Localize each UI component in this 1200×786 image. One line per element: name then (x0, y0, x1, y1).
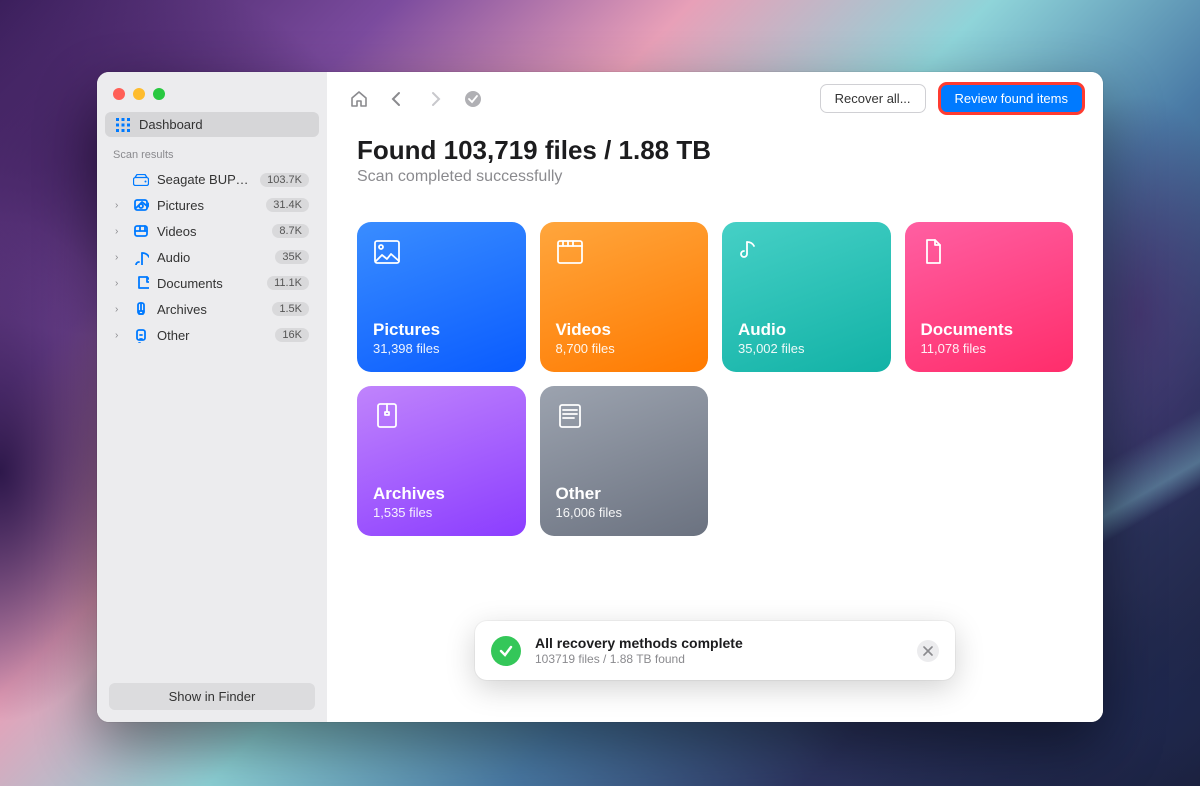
audio-icon (738, 238, 768, 268)
pictures-icon (133, 197, 149, 213)
tile-count: 35,002 files (738, 341, 875, 356)
chevron-right-icon: › (115, 252, 125, 263)
back-icon[interactable] (385, 87, 409, 111)
tile-title: Audio (738, 320, 875, 340)
tile-count: 31,398 files (373, 341, 510, 356)
forward-icon[interactable] (423, 87, 447, 111)
chevron-right-icon: › (115, 304, 125, 315)
tile-pictures[interactable]: Pictures31,398 files (357, 222, 526, 372)
pictures-icon (373, 238, 403, 268)
close-window-button[interactable] (113, 88, 125, 100)
other-icon (133, 327, 149, 343)
sidebar-item-label: Videos (157, 224, 264, 239)
success-check-icon (491, 636, 521, 666)
show-in-finder-button[interactable]: Show in Finder (109, 683, 315, 710)
sidebar-item-audio[interactable]: › Audio 35K (105, 244, 319, 270)
audio-icon (133, 249, 149, 265)
tile-title: Other (556, 484, 693, 504)
documents-icon (921, 238, 951, 268)
sidebar-item-pictures[interactable]: › Pictures 31.4K (105, 192, 319, 218)
toast-close-button[interactable] (917, 640, 939, 662)
checkmark-circle-icon[interactable] (461, 87, 485, 111)
toast-title: All recovery methods complete (535, 635, 903, 651)
documents-icon (133, 275, 149, 291)
tile-count: 1,535 files (373, 505, 510, 520)
tile-count: 11,078 files (921, 341, 1058, 356)
recover-all-button[interactable]: Recover all... (820, 84, 926, 113)
minimize-window-button[interactable] (133, 88, 145, 100)
tile-count: 8,700 files (556, 341, 693, 356)
toast-subtitle: 103719 files / 1.88 TB found (535, 652, 903, 666)
tile-title: Pictures (373, 320, 510, 340)
count-badge: 1.5K (272, 302, 309, 316)
maximize-window-button[interactable] (153, 88, 165, 100)
toolbar: Recover all... Review found items (327, 72, 1103, 123)
count-badge: 35K (275, 250, 309, 264)
results-headline: Found 103,719 files / 1.88 TB (357, 135, 1073, 166)
review-found-items-button[interactable]: Review found items (940, 84, 1083, 113)
window-traffic-lights (97, 72, 327, 110)
sidebar-item-label: Other (157, 328, 267, 343)
sidebar-item-videos[interactable]: › Videos 8.7K (105, 218, 319, 244)
tile-documents[interactable]: Documents11,078 files (905, 222, 1074, 372)
tile-title: Documents (921, 320, 1058, 340)
sidebar-item-label: Audio (157, 250, 267, 265)
sidebar-item-label: Archives (157, 302, 264, 317)
count-badge: 8.7K (272, 224, 309, 238)
sidebar-item-dashboard[interactable]: Dashboard (105, 112, 319, 137)
count-badge: 11.1K (267, 276, 309, 290)
disk-icon (133, 174, 149, 186)
sidebar-section-header: Scan results (97, 139, 327, 165)
chevron-right-icon: › (115, 200, 125, 211)
count-badge: 103.7K (260, 173, 309, 187)
count-badge: 16K (275, 328, 309, 342)
sidebar-item-label: Documents (157, 276, 259, 291)
archives-icon (373, 402, 403, 432)
tile-title: Archives (373, 484, 510, 504)
app-window: Dashboard Scan results Seagate BUP S... … (97, 72, 1103, 722)
count-badge: 31.4K (266, 198, 309, 212)
videos-icon (556, 238, 586, 268)
sidebar-item-documents[interactable]: › Documents 11.1K (105, 270, 319, 296)
sidebar-item-other[interactable]: › Other 16K (105, 322, 319, 348)
main-content: Recover all... Review found items Found … (327, 72, 1103, 722)
grid-icon (115, 118, 131, 132)
sidebar-item-label: Pictures (157, 198, 258, 213)
sidebar-item-disk[interactable]: Seagate BUP S... 103.7K (105, 167, 319, 192)
sidebar-item-label: Dashboard (139, 117, 309, 132)
sidebar: Dashboard Scan results Seagate BUP S... … (97, 72, 327, 722)
completion-toast: All recovery methods complete 103719 fil… (475, 621, 955, 680)
tile-audio[interactable]: Audio35,002 files (722, 222, 891, 372)
chevron-right-icon: › (115, 278, 125, 289)
videos-icon (133, 223, 149, 239)
results-subhead: Scan completed successfully (357, 168, 1073, 186)
other-icon (556, 402, 586, 432)
chevron-right-icon: › (115, 330, 125, 341)
tile-archives[interactable]: Archives1,535 files (357, 386, 526, 536)
tile-other[interactable]: Other16,006 files (540, 386, 709, 536)
tile-videos[interactable]: Videos8,700 files (540, 222, 709, 372)
sidebar-item-archives[interactable]: › Archives 1.5K (105, 296, 319, 322)
chevron-right-icon: › (115, 226, 125, 237)
archives-icon (133, 301, 149, 317)
category-tiles: Pictures31,398 filesVideos8,700 filesAud… (357, 222, 1073, 536)
tile-count: 16,006 files (556, 505, 693, 520)
tile-title: Videos (556, 320, 693, 340)
sidebar-item-label: Seagate BUP S... (157, 172, 252, 187)
home-icon[interactable] (347, 87, 371, 111)
